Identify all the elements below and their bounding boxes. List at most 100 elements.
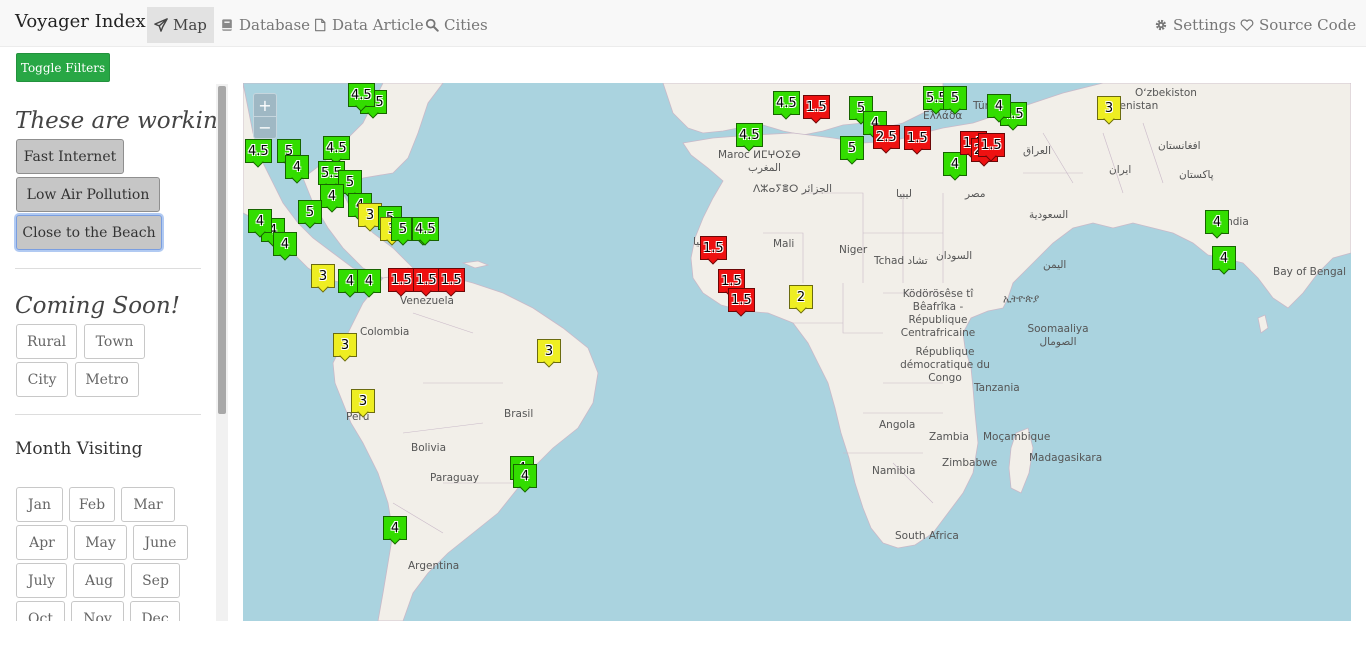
nav-cities[interactable]: Cities	[418, 7, 495, 43]
city-marker[interactable]: 1.5	[438, 268, 465, 297]
land-sri-lanka	[1257, 314, 1269, 334]
city-marker[interactable]: 3	[311, 264, 335, 293]
city-marker[interactable]: 4.5	[348, 83, 375, 112]
city-marker[interactable]: 5	[298, 200, 322, 229]
map-place-label: مصر	[965, 188, 986, 200]
map-place-label: Argentina	[408, 560, 460, 572]
nav-settings[interactable]: Settings	[1147, 7, 1243, 43]
city-marker[interactable]: 3	[537, 339, 561, 368]
filter-close-to-beach[interactable]: Close to the Beach	[16, 215, 162, 250]
coming-soon-title: Coming Soon!	[15, 293, 180, 319]
city-marker[interactable]: 5	[943, 86, 967, 115]
book-icon	[222, 19, 232, 31]
city-marker[interactable]: 4	[1212, 246, 1236, 275]
map-place-label: Angola	[879, 419, 916, 431]
size-metro[interactable]: Metro	[75, 362, 139, 397]
zoom-out-button[interactable]: −	[254, 116, 276, 138]
map-place-label: المغرب	[748, 162, 781, 174]
city-marker[interactable]: 1.5	[803, 95, 830, 124]
map-place-label: Brasil	[504, 408, 534, 420]
city-marker[interactable]: 2	[789, 285, 813, 314]
filter-sidebar: These are working Fast Internet Low Air …	[0, 84, 216, 621]
city-marker[interactable]: 4	[320, 184, 344, 213]
toggle-filters-button[interactable]: Toggle Filters	[16, 53, 110, 82]
nav-settings-label: Settings	[1173, 16, 1236, 34]
file-icon	[315, 18, 326, 32]
city-marker[interactable]: 4	[357, 269, 381, 298]
city-marker[interactable]: 1.5	[388, 268, 415, 297]
nav-database[interactable]: Database	[213, 7, 317, 43]
month-dec[interactable]: Dec	[130, 601, 180, 621]
city-marker[interactable]: 2.5	[873, 125, 900, 154]
city-marker[interactable]: 1.5	[728, 288, 755, 317]
map-place-label: Zambia	[929, 431, 969, 443]
nav-cities-label: Cities	[444, 16, 488, 34]
map-place-label: پاکستان	[1179, 169, 1214, 181]
city-marker[interactable]: 4	[273, 232, 297, 261]
divider	[15, 414, 201, 415]
city-marker[interactable]: 3	[333, 333, 357, 362]
paper-plane-icon	[154, 18, 168, 32]
month-june[interactable]: June	[133, 525, 188, 560]
month-mar[interactable]: Mar	[121, 487, 175, 522]
city-marker[interactable]: 4.5	[245, 139, 272, 168]
city-marker[interactable]: 4.5	[323, 136, 350, 165]
nav-database-label: Database	[239, 16, 311, 34]
city-marker[interactable]: 4	[1205, 210, 1229, 239]
map-place-label: Bolivia	[411, 442, 447, 454]
month-aug[interactable]: Aug	[73, 563, 125, 598]
map-place-label: ኢትዮጵያ	[1003, 293, 1040, 305]
month-sep[interactable]: Sep	[131, 563, 180, 598]
city-marker[interactable]: 4	[987, 94, 1011, 123]
city-marker[interactable]: 4	[285, 155, 309, 184]
map-place-label: Maroc ⵍⵎⵖⵔⵉⴱ	[718, 149, 801, 161]
month-nov[interactable]: Nov	[71, 601, 124, 621]
nav-map[interactable]: Map	[147, 7, 214, 43]
map-place-label: ⴷⵣⴰⵢⴻⵔ الجزائر	[753, 183, 833, 195]
month-apr[interactable]: Apr	[16, 525, 68, 560]
city-marker[interactable]: 1.5	[413, 268, 440, 297]
filter-fast-internet[interactable]: Fast Internet	[16, 139, 124, 174]
city-marker[interactable]: 1.5	[700, 236, 727, 265]
search-icon	[425, 18, 439, 32]
sidebar-scrollbar-thumb[interactable]	[218, 86, 226, 414]
world-map[interactable]: + − Oʻzbekiston Armenistan Türk Ελλάδα Maroc…	[243, 83, 1351, 621]
map-place-label: Tanzania	[974, 382, 1020, 394]
month-may[interactable]: May	[74, 525, 127, 560]
gear-icon	[1155, 19, 1167, 31]
city-marker[interactable]: 4	[248, 209, 272, 238]
zoom-in-button[interactable]: +	[254, 94, 276, 116]
size-city[interactable]: City	[16, 362, 68, 397]
brand[interactable]: Voyager Index	[15, 11, 146, 32]
map-place-label: Oʻzbekiston	[1135, 87, 1197, 99]
filter-low-air-pollution[interactable]: Low Air Pollution	[16, 177, 160, 212]
city-marker[interactable]: 4	[513, 464, 537, 493]
heart-icon	[1240, 19, 1254, 31]
city-marker[interactable]: 4.5	[773, 91, 800, 120]
city-marker[interactable]: 4	[383, 516, 407, 545]
nav-data-article-label: Data Article	[332, 16, 424, 34]
size-town[interactable]: Town	[84, 324, 145, 359]
city-marker[interactable]: 5	[840, 136, 864, 165]
month-feb[interactable]: Feb	[69, 487, 115, 522]
map-place-label: République démocratique du Congo	[900, 346, 990, 384]
month-july[interactable]: July	[16, 563, 67, 598]
month-oct[interactable]: Oct	[16, 601, 65, 621]
nav-source-code[interactable]: Source Code	[1233, 7, 1363, 43]
city-marker[interactable]: 4.5	[412, 217, 439, 246]
city-marker[interactable]: 3	[1097, 96, 1121, 125]
map-place-label: ایران	[1109, 164, 1132, 176]
city-marker[interactable]: 3	[351, 389, 375, 418]
map-place-label: Madagasikara	[1029, 452, 1103, 464]
size-rural[interactable]: Rural	[16, 324, 77, 359]
month-jan[interactable]: Jan	[16, 487, 63, 522]
map-place-label: Niger	[839, 244, 868, 256]
map-place-label: Soomaaliya الصومال	[1027, 323, 1089, 348]
city-marker[interactable]: 1.5	[978, 133, 1005, 162]
map-place-label: افغانستان	[1158, 140, 1201, 152]
city-marker[interactable]: 4.5	[736, 123, 763, 152]
map-place-label: Zimbabwe	[942, 457, 998, 469]
navbar: Voyager Index Map Database Data Article …	[0, 0, 1366, 47]
city-marker[interactable]: 1.5	[904, 126, 931, 155]
nav-data-article[interactable]: Data Article	[306, 7, 431, 43]
